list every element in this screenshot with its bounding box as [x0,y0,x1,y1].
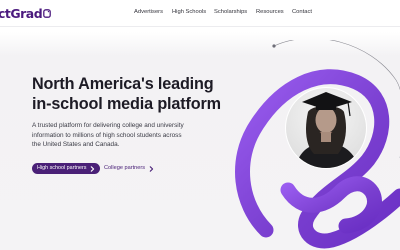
chevron-right-icon [91,165,95,172]
college-partners-label: College partners [104,165,146,171]
main-nav: Advertisers High Schools Scholarships Re… [0,7,400,19]
chevron-right-icon [149,165,154,172]
top-navigation-bar: ctGrad Advertisers High Schools Scholars… [0,0,400,28]
nav-item-high-schools[interactable]: High Schools [172,7,206,17]
hero-description: A trusted platform for delivering colleg… [32,121,237,150]
hero-description-line: A trusted platform for delivering colleg… [32,122,184,129]
hero-illustration [235,40,400,249]
nav-item-advertisers[interactable]: Advertisers [134,7,163,17]
nav-item-resources[interactable]: Resources [256,7,284,17]
college-partners-link[interactable]: College partners [104,163,154,174]
graduate-photo [286,88,366,168]
nav-item-scholarships[interactable]: Scholarships [214,7,247,17]
orbit-dot [272,44,276,48]
hero-description-line: the United States and Canada. [32,141,120,148]
nav-divider [0,26,400,27]
high-school-partners-label: High school partners [37,165,87,171]
nav-item-contact[interactable]: Contact [292,7,312,17]
hero-description-line: information to millions of high school s… [32,131,182,139]
high-school-partners-button[interactable]: High school partners [32,163,101,174]
